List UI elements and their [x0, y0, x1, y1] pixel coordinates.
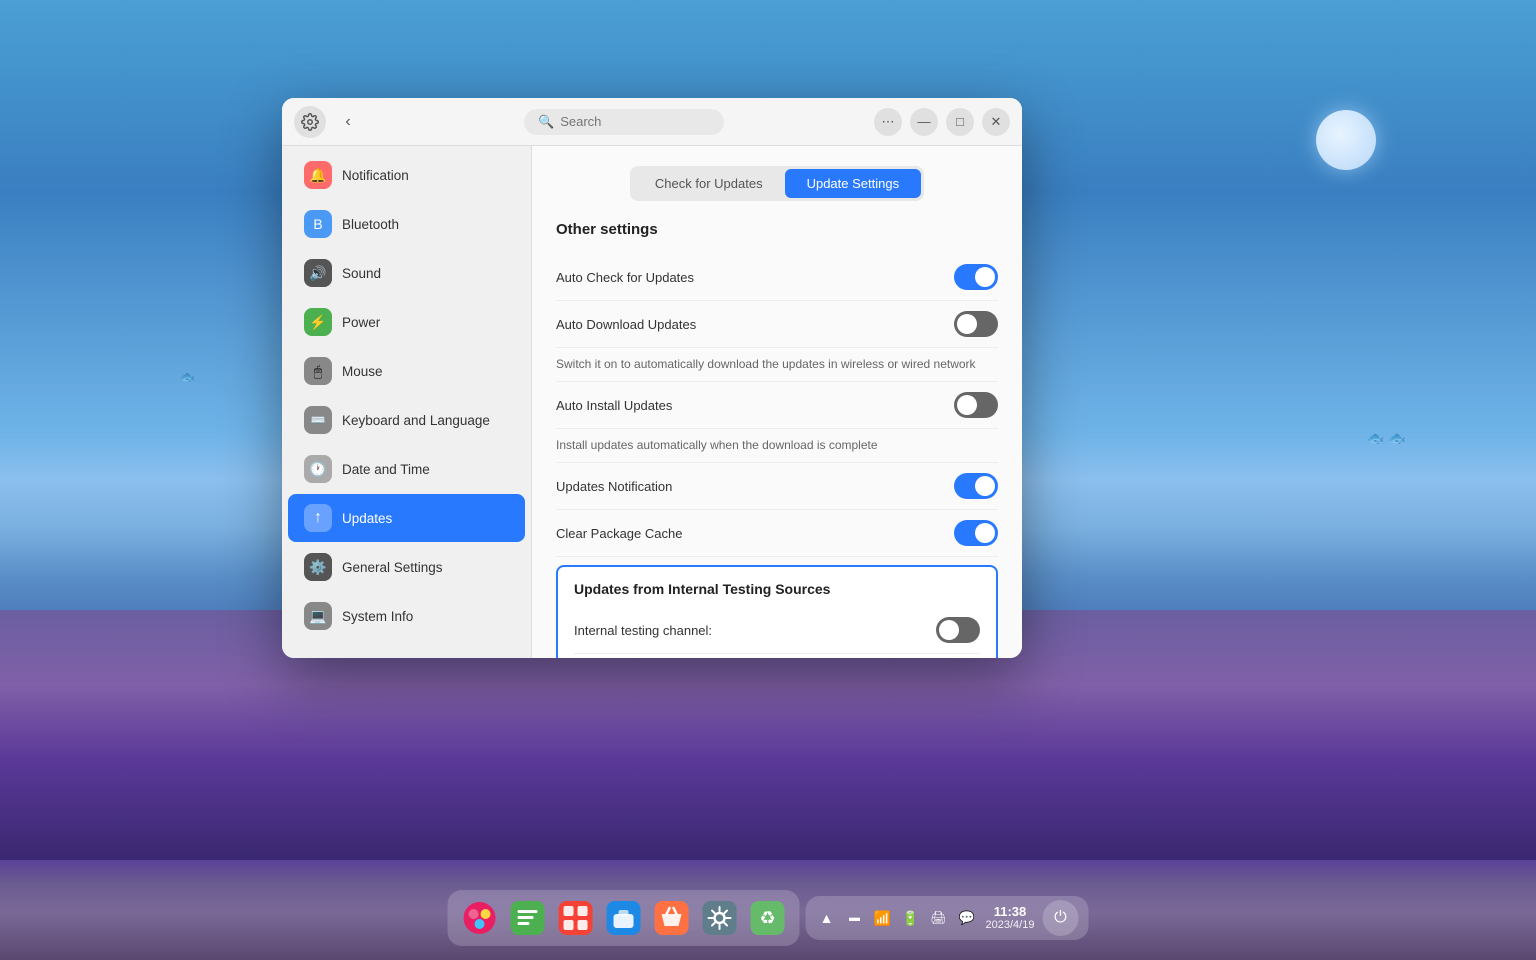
notification-icon: 🔔	[304, 161, 332, 189]
tray-icon-battery[interactable]: 🔋	[900, 907, 922, 929]
bluetooth-icon: B	[304, 210, 332, 238]
dock: ♻	[448, 890, 800, 946]
svg-text:♻: ♻	[759, 908, 775, 928]
system-tray: ▲ ▬ 📶 🔋 🖨 💬 11:38 2023/4/19 ⏻	[806, 896, 1089, 940]
search-input[interactable]	[560, 114, 710, 129]
title-bar: ‹ 🔍 ⋯ — □ ✕	[282, 98, 1022, 146]
sidebar-item-general[interactable]: ⚙️ General Settings	[288, 543, 525, 591]
fish-decoration-right: 🐟 🐟	[1367, 430, 1406, 447]
sidebar-label-mouse: Mouse	[342, 364, 383, 379]
mouse-icon: 🖱	[304, 357, 332, 385]
sidebar-item-updates[interactable]: ↑ Updates	[288, 494, 525, 542]
auto-download-desc: Switch it on to automatically download t…	[556, 351, 998, 382]
sidebar-label-keyboard: Keyboard and Language	[342, 413, 490, 428]
setting-row-internal-channel: Internal testing channel:	[574, 607, 980, 654]
sidebar-label-sysinfo: System Info	[342, 609, 413, 624]
datetime-icon: 🕐	[304, 455, 332, 483]
sidebar-label-power: Power	[342, 315, 380, 330]
sidebar-label-bluetooth: Bluetooth	[342, 217, 399, 232]
tray-icon-bar[interactable]: ▬	[844, 907, 866, 929]
tray-icon-up[interactable]: ▲	[816, 907, 838, 929]
sidebar-label-notification: Notification	[342, 168, 409, 183]
updates-icon: ↑	[304, 504, 332, 532]
auto-download-label: Auto Download Updates	[556, 317, 696, 332]
sidebar-label-general: General Settings	[342, 560, 443, 575]
auto-install-toggle[interactable]	[954, 392, 998, 418]
sidebar: 🔔 Notification B Bluetooth 🔊 Sound	[282, 146, 532, 658]
updates-notification-label: Updates Notification	[556, 479, 672, 494]
taskbar: ♻ ▲ ▬ 📶 🔋 🖨 💬 11:38 2023/4/19 ⏻	[448, 890, 1089, 946]
setting-row-auto-download: Auto Download Updates	[556, 301, 998, 348]
window-controls: ⋯ — □ ✕	[874, 108, 1010, 136]
back-button[interactable]: ‹	[334, 108, 362, 136]
search-input-wrapper[interactable]: 🔍	[524, 109, 724, 135]
dock-item-recycle[interactable]: ♻	[746, 896, 790, 940]
more-options-button[interactable]: ⋯	[874, 108, 902, 136]
power-icon: ⚡	[304, 308, 332, 336]
internal-channel-toggle[interactable]	[936, 617, 980, 643]
general-icon: ⚙️	[304, 553, 332, 581]
setting-row-updates-notification: Updates Notification	[556, 463, 998, 510]
settings-app-icon[interactable]	[294, 106, 326, 138]
auto-download-toggle[interactable]	[954, 311, 998, 337]
section-title: Other settings	[556, 221, 998, 238]
sidebar-item-keyboard[interactable]: ⌨️ Keyboard and Language	[288, 396, 525, 444]
sidebar-label-datetime: Date and Time	[342, 462, 430, 477]
tray-icons: ▲ ▬ 📶 🔋 🖨 💬	[816, 907, 978, 929]
clock-date: 2023/4/19	[986, 919, 1035, 932]
dock-item-settings[interactable]	[698, 896, 742, 940]
sidebar-label-updates: Updates	[342, 511, 392, 526]
sidebar-item-mouse[interactable]: 🖱 Mouse	[288, 347, 525, 395]
clear-cache-label: Clear Package Cache	[556, 526, 682, 541]
dock-item-color-picker[interactable]	[458, 896, 502, 940]
settings-window: ‹ 🔍 ⋯ — □ ✕ 🔔 Notification	[282, 98, 1022, 658]
tab-update-settings[interactable]: Update Settings	[785, 169, 922, 198]
moon-decoration	[1316, 110, 1376, 170]
title-bar-left: ‹	[294, 106, 374, 138]
tray-icon-wifi[interactable]: 📶	[872, 907, 894, 929]
content-area: 🔔 Notification B Bluetooth 🔊 Sound	[282, 146, 1022, 658]
dock-item-basket[interactable]	[650, 896, 694, 940]
updates-notification-toggle[interactable]	[954, 473, 998, 499]
sidebar-item-bluetooth[interactable]: B Bluetooth	[288, 200, 525, 248]
search-icon: 🔍	[538, 114, 554, 130]
clock-time: 11:38	[994, 904, 1027, 920]
sidebar-item-datetime[interactable]: 🕐 Date and Time	[288, 445, 525, 493]
tray-icon-chat[interactable]: 💬	[956, 907, 978, 929]
auto-install-desc: Install updates automatically when the d…	[556, 432, 998, 463]
sound-icon: 🔊	[304, 259, 332, 287]
search-bar: 🔍	[374, 109, 874, 135]
fish-decoration-left: 🐟	[180, 370, 195, 384]
setting-row-auto-check: Auto Check for Updates	[556, 254, 998, 301]
internal-testing-box: Updates from Internal Testing Sources In…	[556, 565, 998, 658]
minimize-button[interactable]: —	[910, 108, 938, 136]
tab-check-updates[interactable]: Check for Updates	[633, 169, 785, 198]
internal-channel-label: Internal testing channel:	[574, 623, 712, 638]
power-button[interactable]: ⏻	[1042, 900, 1078, 936]
sidebar-item-sysinfo[interactable]: 💻 System Info	[288, 592, 525, 640]
main-panel: Check for Updates Update Settings Other …	[532, 146, 1022, 658]
internal-testing-title: Updates from Internal Testing Sources	[574, 581, 980, 597]
setting-row-auto-install: Auto Install Updates	[556, 382, 998, 429]
dock-item-notes[interactable]	[506, 896, 550, 940]
tabs-row: Check for Updates Update Settings	[630, 166, 924, 201]
clock-area: 11:38 2023/4/19	[986, 904, 1035, 933]
auto-check-label: Auto Check for Updates	[556, 270, 694, 285]
auto-install-label: Auto Install Updates	[556, 398, 672, 413]
close-button[interactable]: ✕	[982, 108, 1010, 136]
sidebar-item-sound[interactable]: 🔊 Sound	[288, 249, 525, 297]
dock-item-briefcase[interactable]	[602, 896, 646, 940]
keyboard-icon: ⌨️	[304, 406, 332, 434]
tray-icon-printer[interactable]: 🖨	[928, 907, 950, 929]
sidebar-item-power[interactable]: ⚡ Power	[288, 298, 525, 346]
sidebar-item-notification[interactable]: 🔔 Notification	[288, 151, 525, 199]
maximize-button[interactable]: □	[946, 108, 974, 136]
sysinfo-icon: 💻	[304, 602, 332, 630]
sidebar-label-sound: Sound	[342, 266, 381, 281]
clear-cache-toggle[interactable]	[954, 520, 998, 546]
auto-check-toggle[interactable]	[954, 264, 998, 290]
setting-row-clear-cache: Clear Package Cache	[556, 510, 998, 557]
dock-item-grid[interactable]	[554, 896, 598, 940]
